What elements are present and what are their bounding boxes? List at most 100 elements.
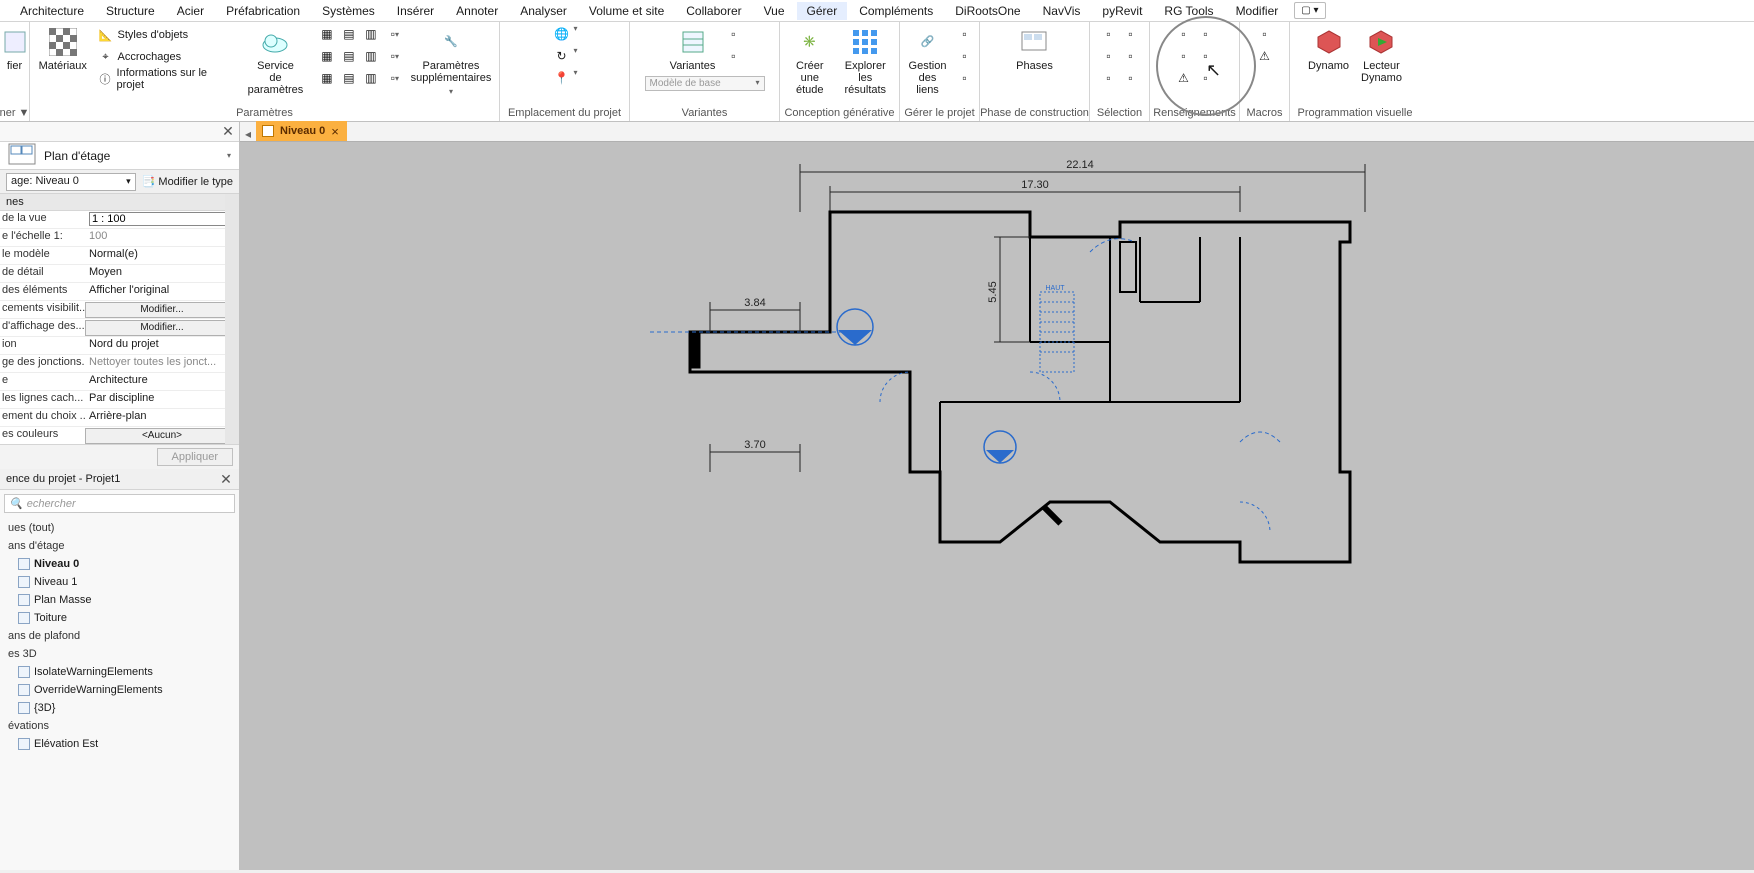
prop-value[interactable]: Normal(e) <box>85 247 239 264</box>
inf-a[interactable]: ▫ <box>1174 24 1194 44</box>
project-info-button[interactable]: ⓘInformations sur le projet <box>94 68 235 90</box>
menu-item-rg-tools[interactable]: RG Tools <box>1154 2 1223 20</box>
menu-item-structure[interactable]: Structure <box>96 2 165 20</box>
pg1-a[interactable]: ▦ <box>317 24 337 44</box>
tree-item[interactable]: ans de plafond <box>4 627 235 645</box>
prop-row[interactable]: les lignes cach...Par discipline <box>0 391 239 409</box>
snaps-button[interactable]: ⌖Accrochages <box>94 46 235 68</box>
menu-item-analyser[interactable]: Analyser <box>510 2 577 20</box>
param-service-button[interactable]: Servicede paramètres <box>238 24 313 98</box>
location-globe-button[interactable]: 🌐 <box>551 24 571 44</box>
menu-item-ins-rer[interactable]: Insérer <box>387 2 444 20</box>
pg1-d[interactable]: ▦ <box>317 46 337 66</box>
sel-f[interactable]: ▫ <box>1121 68 1141 88</box>
tree-item[interactable]: IsolateWarningElements <box>4 663 235 681</box>
prop-value[interactable]: <Aucun> <box>85 428 239 444</box>
prop-value[interactable] <box>85 211 239 228</box>
menu-item-navvis[interactable]: NavVis <box>1033 2 1091 20</box>
macro-b[interactable]: ⚠ <box>1255 46 1275 66</box>
prop-value[interactable]: Afficher l'original <box>85 283 239 300</box>
menu-item-pyrevit[interactable]: pyRevit <box>1092 2 1152 20</box>
sel-e[interactable]: ▫ <box>1099 68 1119 88</box>
browser-search-input[interactable]: 🔍 echercher <box>4 494 235 513</box>
sel-a[interactable]: ▫ <box>1099 24 1119 44</box>
prop-value[interactable]: Modifier... <box>85 302 239 318</box>
sel-b[interactable]: ▫ <box>1121 24 1141 44</box>
inf-b[interactable]: ▫ <box>1196 24 1216 44</box>
prop-row[interactable]: ge des jonctions...Nettoyer toutes les j… <box>0 355 239 373</box>
tab-prev-button[interactable]: ◂ <box>240 127 256 141</box>
pg1-c[interactable]: ▥ <box>361 24 381 44</box>
edit-type-button[interactable]: 📑Modifier le type <box>142 175 233 188</box>
properties-category[interactable]: Plan d'étage ▾ <box>0 142 239 170</box>
prop-row[interactable]: d'affichage des...Modifier... <box>0 319 239 337</box>
inf-f[interactable]: ▫ <box>1196 68 1216 88</box>
menu-item-collaborer[interactable]: Collaborer <box>676 2 751 20</box>
prop-value[interactable]: Moyen <box>85 265 239 282</box>
menu-item-acier[interactable]: Acier <box>167 2 214 20</box>
menu-item-pr-fabrication[interactable]: Préfabrication <box>216 2 310 20</box>
type-dropdown[interactable]: age: Niveau 0▾ <box>6 173 136 191</box>
tab-close-icon[interactable]: × <box>331 124 339 139</box>
tree-item[interactable]: Toiture <box>4 609 235 627</box>
menu-item-annoter[interactable]: Annoter <box>446 2 508 20</box>
prop-row[interactable]: de détailMoyen <box>0 265 239 283</box>
prop-value[interactable]: Nord du projet <box>85 337 239 354</box>
browser-close-icon[interactable]: ✕ <box>219 472 233 486</box>
dynamo-button[interactable]: Dynamo <box>1304 24 1353 74</box>
prop-input[interactable] <box>89 212 235 226</box>
ribbon-expand-button[interactable]: ▢ ▾ <box>1294 2 1325 19</box>
tree-item[interactable]: es 3D <box>4 645 235 663</box>
prop-value[interactable]: Architecture <box>85 373 239 390</box>
prop-row[interactable]: des élémentsAfficher l'original <box>0 283 239 301</box>
mp-c[interactable]: ▫ <box>954 68 974 88</box>
prop-value[interactable]: Nettoyer toutes les jonct... <box>85 355 239 372</box>
menu-item-vue[interactable]: Vue <box>754 2 795 20</box>
pg2-c[interactable]: ▫ ▾ <box>385 68 405 88</box>
menu-item-syst-mes[interactable]: Systèmes <box>312 2 385 20</box>
variants-button[interactable]: Variantes <box>666 24 720 74</box>
menu-item-compl-ments[interactable]: Compléments <box>849 2 943 20</box>
prop-value[interactable]: 100 <box>85 229 239 246</box>
tree-item[interactable]: Niveau 0 <box>4 555 235 573</box>
dynamo-player-button[interactable]: LecteurDynamo <box>1357 24 1406 86</box>
prop-value[interactable]: Par discipline <box>85 391 239 408</box>
prop-value[interactable]: Arrière-plan <box>85 409 239 426</box>
prop-row[interactable]: de la vue <box>0 211 239 229</box>
pg2-b[interactable]: ▫ ▾ <box>385 46 405 66</box>
tree-item[interactable]: Plan Masse <box>4 591 235 609</box>
menu-item-dirootsone[interactable]: DiRootsOne <box>945 2 1030 20</box>
menu-item-g-rer[interactable]: Gérer <box>797 2 848 20</box>
prop-row[interactable]: e l'échelle 1:100 <box>0 229 239 247</box>
prop-row[interactable]: es couleurs<Aucun> <box>0 427 239 444</box>
var-sm-2[interactable]: ▫ <box>723 46 743 66</box>
prop-row[interactable]: ionNord du projet <box>0 337 239 355</box>
apply-button[interactable]: Appliquer <box>157 448 233 466</box>
menu-item-architecture[interactable]: Architecture <box>10 2 94 20</box>
scrollbar-vertical[interactable] <box>225 194 239 444</box>
explore-results-button[interactable]: Explorerles résultats <box>838 24 893 98</box>
close-icon[interactable]: ✕ <box>221 125 235 139</box>
var-sm-1[interactable]: ▫ <box>723 24 743 44</box>
macro-a[interactable]: ▫ <box>1255 24 1275 44</box>
tree-item[interactable]: évations <box>4 717 235 735</box>
manage-links-button[interactable]: 🔗Gestiondes liens <box>905 24 951 98</box>
addl-params-button[interactable]: 🔧 Paramètressupplémentaires ▾ <box>409 24 493 100</box>
object-styles-button[interactable]: 📐Styles d'objets <box>94 24 235 46</box>
materials-button[interactable]: Matériaux <box>36 24 90 74</box>
sel-d[interactable]: ▫ <box>1121 46 1141 66</box>
phases-button[interactable]: Phases <box>1012 24 1057 74</box>
tree-item[interactable]: OverrideWarningElements <box>4 681 235 699</box>
sel-c[interactable]: ▫ <box>1099 46 1119 66</box>
prop-row[interactable]: ement du choix ...Arrière-plan <box>0 409 239 427</box>
prop-row[interactable]: eArchitecture <box>0 373 239 391</box>
inf-d[interactable]: ▫ <box>1196 46 1216 66</box>
tree-item[interactable]: Elévation Est <box>4 735 235 753</box>
prop-section-header[interactable]: nes⌃ <box>0 194 239 211</box>
prop-row[interactable]: le modèleNormal(e) <box>0 247 239 265</box>
menu-item-modifier[interactable]: Modifier <box>1226 2 1289 20</box>
create-study-button[interactable]: ✳️ Créerune étude <box>786 24 834 98</box>
pg1-h[interactable]: ▤ <box>339 68 359 88</box>
pg2-a[interactable]: ▫ ▾ <box>385 24 405 44</box>
inf-c[interactable]: ▫ <box>1174 46 1194 66</box>
